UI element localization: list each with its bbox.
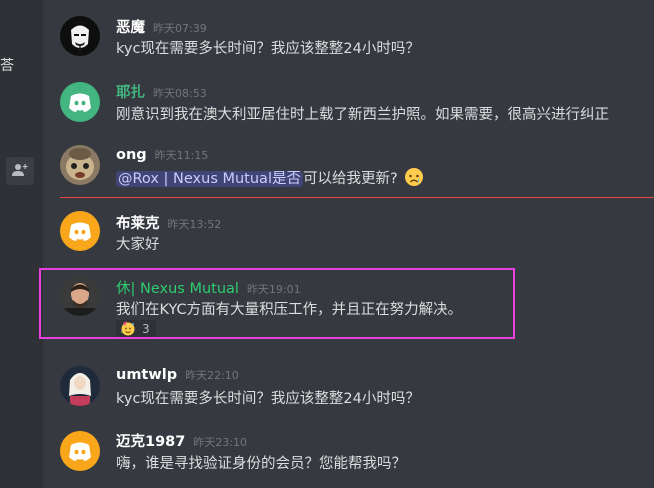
timestamp: 昨天11:15 (154, 149, 209, 162)
avatar[interactable] (60, 145, 100, 185)
avatar[interactable] (60, 82, 100, 122)
discord-logo-icon (60, 431, 100, 471)
author-name[interactable]: 布莱克 (116, 212, 160, 233)
avatar[interactable] (60, 16, 100, 56)
message-text: 嗨，谁是寻找验证身份的会员？您能帮我吗？ (116, 456, 406, 472)
author-name[interactable]: 恶魔 (116, 16, 145, 37)
message-text: kyc现在需要多长时间？我应该整整24小时吗？ (116, 41, 420, 57)
message-item[interactable]: umtwlp 昨天22:10 kyc现在需要多长时间？我应该整整24小时吗？ (43, 345, 654, 415)
timestamp: 昨天08:53 (153, 87, 207, 100)
discord-logo-icon (60, 82, 100, 122)
timestamp: 昨天07:39 (153, 22, 207, 35)
highlight-box (39, 268, 515, 339)
message-item[interactable]: 迈克1987 昨天23:10 嗨，谁是寻找验证身份的会员？您能帮我吗？ (43, 415, 654, 488)
author-name[interactable]: 耶扎 (116, 81, 145, 102)
avatar[interactable] (60, 211, 100, 251)
author-name[interactable]: ong (116, 147, 147, 163)
avatar[interactable] (60, 366, 100, 406)
message-text: 大家好 (116, 237, 160, 253)
message-text: @Rox | Nexus Mutual是否 可以给我更新? (116, 167, 424, 191)
message-item[interactable]: 耶扎 昨天08:53 刚意识到我在澳大利亚居住时上载了新西兰护照。如果需要，很高… (43, 60, 654, 130)
message-item[interactable]: ong 昨天11:15 @Rox | Nexus Mutual是否 可以给我更新? (43, 130, 654, 196)
timestamp: 昨天22:10 (185, 369, 239, 382)
channel-sidebar: 荅 (0, 0, 43, 488)
crying-face-icon (404, 167, 424, 191)
message-item[interactable]: 恶魔 昨天07:39 kyc现在需要多长时间？我应该整整24小时吗？ (43, 0, 654, 60)
message-text: kyc现在需要多长时间？我应该整整24小时吗？ (116, 391, 420, 407)
user-mention[interactable]: @Rox | Nexus Mutual是否 (116, 171, 303, 187)
chat-window: 荅 恶魔 昨天07:39 kyc现在需要多长时间？我应该整整24小时吗？ 耶扎 … (0, 0, 654, 488)
new-messages-divider (60, 197, 654, 198)
message-text-part: 可以给我更新? (302, 171, 398, 187)
sidebar-partial-text: 荅 (0, 58, 14, 74)
message-item[interactable]: 布莱克 昨天13:52 大家好 (43, 200, 654, 266)
author-name[interactable]: umtwlp (116, 367, 177, 383)
add-member-button[interactable] (6, 157, 34, 185)
person-plus-icon (12, 162, 28, 181)
author-name[interactable]: 迈克1987 (116, 430, 185, 451)
timestamp: 昨天23:10 (193, 436, 248, 449)
avatar[interactable] (60, 431, 100, 471)
timestamp: 昨天13:52 (167, 218, 222, 231)
message-text: 刚意识到我在澳大利亚居住时上载了新西兰护照。如果需要，很高兴进行纠正 (116, 107, 609, 123)
discord-logo-icon (60, 211, 100, 251)
